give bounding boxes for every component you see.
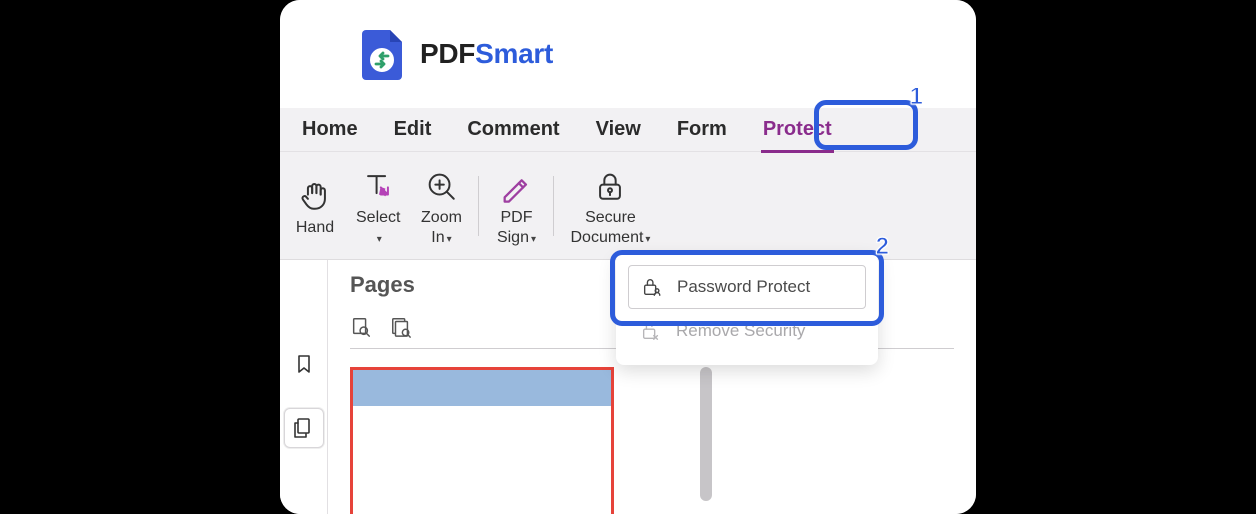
menu-item-password-protect[interactable]: Password Protect — [628, 265, 866, 309]
tool-hand[interactable]: Hand — [284, 170, 346, 241]
pages-rail-button[interactable] — [284, 408, 324, 448]
tool-hand-label: Hand — [296, 218, 334, 237]
menu-bar: Home Edit Comment View Form Protect — [280, 108, 976, 152]
menu-view[interactable]: View — [594, 112, 643, 147]
bookmark-icon — [292, 352, 316, 376]
tool-secure-document[interactable]: SecureDocument▾ — [560, 160, 660, 250]
zoom-in-icon — [424, 166, 458, 206]
tool-select-label: Select▾ — [356, 208, 400, 246]
menu-item-password-protect-label: Password Protect — [677, 277, 810, 297]
pdfsmart-logo-icon — [360, 26, 408, 82]
toolbar-separator — [478, 176, 479, 236]
thumbnail-header-band — [353, 370, 611, 406]
tool-pdf-sign[interactable]: PDFSign▾ — [485, 160, 547, 250]
menu-item-remove-security[interactable]: Remove Security — [628, 309, 866, 353]
secure-document-dropdown: Password Protect Remove Security — [616, 253, 878, 365]
lock-icon — [593, 166, 627, 206]
menu-comment[interactable]: Comment — [465, 112, 561, 147]
tool-secure-document-label: SecureDocument▾ — [570, 208, 650, 246]
text-select-icon — [361, 166, 395, 206]
lock-remove-icon — [640, 320, 662, 342]
page-thumbnail[interactable] — [350, 367, 614, 514]
app-logo: PDFSmart — [360, 26, 553, 82]
tool-select[interactable]: Select▾ — [346, 160, 410, 250]
app-name: PDFSmart — [420, 38, 553, 70]
pages-stack-icon — [292, 416, 316, 440]
menu-edit[interactable]: Edit — [392, 112, 434, 147]
left-side-rail — [280, 260, 328, 514]
menu-form[interactable]: Form — [675, 112, 729, 147]
tool-zoom-in[interactable]: ZoomIn▾ — [410, 160, 472, 250]
menu-home[interactable]: Home — [300, 112, 360, 147]
tool-pdf-sign-label: PDFSign▾ — [497, 208, 536, 246]
page-search-icon[interactable] — [350, 316, 372, 338]
lock-person-icon — [641, 276, 663, 298]
thumbnail-scrollbar[interactable] — [700, 367, 712, 501]
app-name-suffix: Smart — [475, 38, 553, 69]
menu-protect[interactable]: Protect — [761, 112, 834, 147]
ribbon-toolbar: Hand Select▾ — [280, 152, 976, 260]
app-name-prefix: PDF — [420, 38, 475, 69]
title-bar: PDFSmart — [280, 0, 976, 108]
page-search-all-icon[interactable] — [390, 316, 412, 338]
hand-icon — [298, 176, 332, 216]
pencil-sign-icon — [499, 166, 533, 206]
tool-zoom-in-label: ZoomIn▾ — [421, 208, 462, 246]
menu-item-remove-security-label: Remove Security — [676, 321, 805, 341]
toolbar-separator — [553, 176, 554, 236]
bookmarks-rail-button[interactable] — [284, 344, 324, 384]
